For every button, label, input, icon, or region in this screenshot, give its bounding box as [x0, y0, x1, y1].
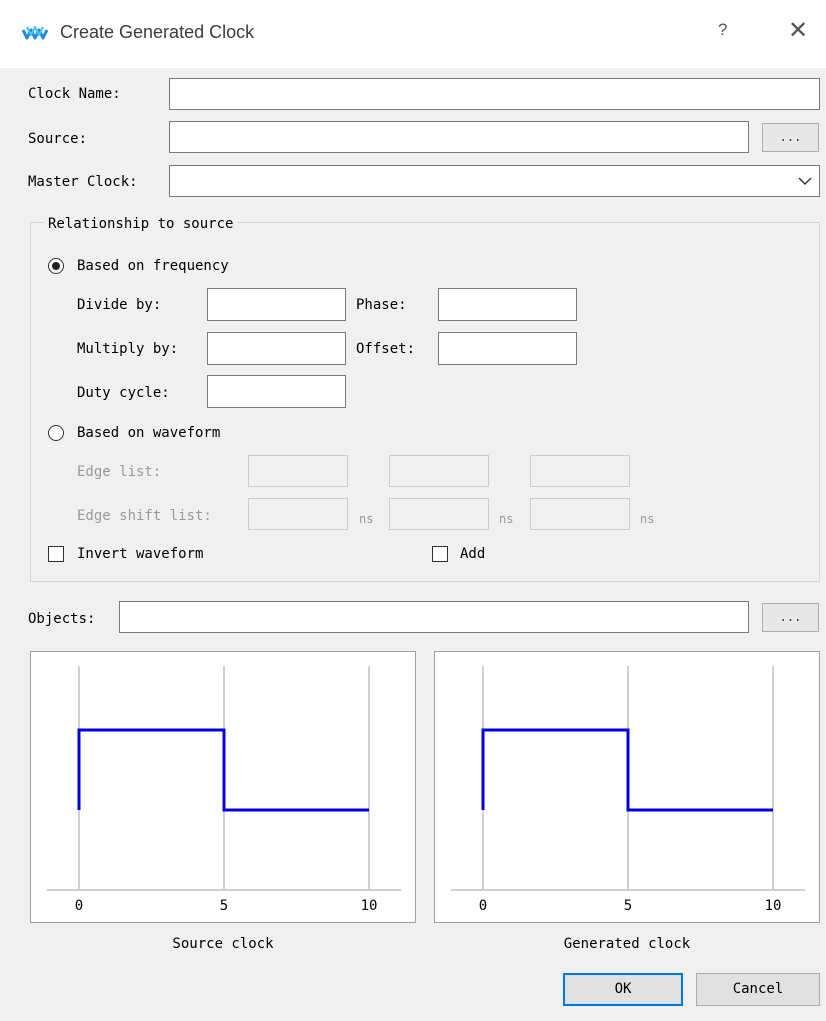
generated-clock-panel: 0 5 10 — [434, 651, 820, 923]
waveform-radio[interactable] — [48, 425, 64, 441]
source-clock-chart: 0 5 10 — [47, 666, 401, 914]
edge-shift-input-2[interactable] — [389, 498, 489, 530]
window-title: Create Generated Clock — [60, 22, 255, 42]
edge-list-input-3[interactable] — [530, 455, 630, 487]
source-clock-caption: Source clock — [172, 936, 274, 952]
gowin-logo-icon — [22, 26, 48, 40]
help-button[interactable]: ? — [718, 20, 727, 40]
invert-waveform-checkbox[interactable] — [48, 546, 64, 562]
source-browse-button[interactable]: ... — [762, 123, 819, 152]
source-clock-panel: 0 5 10 — [30, 651, 416, 923]
objects-input[interactable] — [119, 601, 749, 633]
edge-shift-input-1[interactable] — [248, 498, 348, 530]
x-tick-label: 0 — [75, 898, 83, 914]
master-clock-select[interactable] — [169, 165, 820, 197]
clock-waveform-line — [77, 728, 369, 812]
source-label: Source: — [28, 131, 88, 147]
x-tick-label: 0 — [479, 898, 487, 914]
waveform-radio-label: Based on waveform — [77, 425, 221, 441]
clock-name-input[interactable] — [169, 78, 820, 110]
objects-browse-button[interactable]: ... — [762, 603, 819, 632]
x-tick-label: 10 — [765, 898, 782, 914]
ok-button[interactable]: OK — [563, 973, 683, 1006]
multiply-by-label: Multiply by: — [77, 341, 179, 357]
cancel-button[interactable]: Cancel — [696, 973, 820, 1006]
clock-waveform-line — [481, 728, 773, 812]
duty-cycle-label: Duty cycle: — [77, 385, 170, 401]
edge-list-label: Edge list: — [77, 464, 162, 480]
generated-clock-caption: Generated clock — [563, 936, 691, 952]
ns-unit-2: ns — [499, 512, 514, 526]
multiply-by-input[interactable] — [207, 332, 346, 365]
add-label: Add — [460, 546, 486, 562]
invert-waveform-label: Invert waveform — [77, 546, 204, 562]
edge-list-input-2[interactable] — [389, 455, 489, 487]
close-button[interactable]: ✕ — [788, 16, 808, 45]
add-checkbox[interactable] — [432, 546, 448, 562]
objects-label: Objects: — [28, 611, 96, 627]
phase-label: Phase: — [356, 297, 407, 313]
offset-label: Offset: — [356, 341, 416, 357]
frequency-radio[interactable] — [48, 258, 64, 274]
divide-by-input[interactable] — [207, 288, 346, 321]
edge-list-input-1[interactable] — [248, 455, 348, 487]
edge-shift-list-label: Edge shift list: — [77, 508, 212, 524]
offset-input[interactable] — [438, 332, 577, 365]
chevron-down-icon[interactable] — [796, 172, 814, 190]
radio-selected-dot — [52, 262, 60, 270]
duty-cycle-input[interactable] — [207, 375, 346, 408]
generated-clock-chart: 0 5 10 — [451, 666, 805, 914]
phase-input[interactable] — [438, 288, 577, 321]
master-clock-label: Master Clock: — [28, 174, 138, 190]
x-tick-label: 10 — [361, 898, 378, 914]
ns-unit-1: ns — [359, 512, 374, 526]
frequency-radio-label: Based on frequency — [77, 258, 229, 274]
clock-name-label: Clock Name: — [28, 86, 121, 102]
x-tick-label: 5 — [624, 898, 632, 914]
relationship-title: Relationship to source — [44, 215, 238, 233]
x-tick-label: 5 — [220, 898, 228, 914]
ns-unit-3: ns — [640, 512, 655, 526]
edge-shift-input-3[interactable] — [530, 498, 630, 530]
divide-by-label: Divide by: — [77, 297, 162, 313]
source-input[interactable] — [169, 121, 749, 153]
